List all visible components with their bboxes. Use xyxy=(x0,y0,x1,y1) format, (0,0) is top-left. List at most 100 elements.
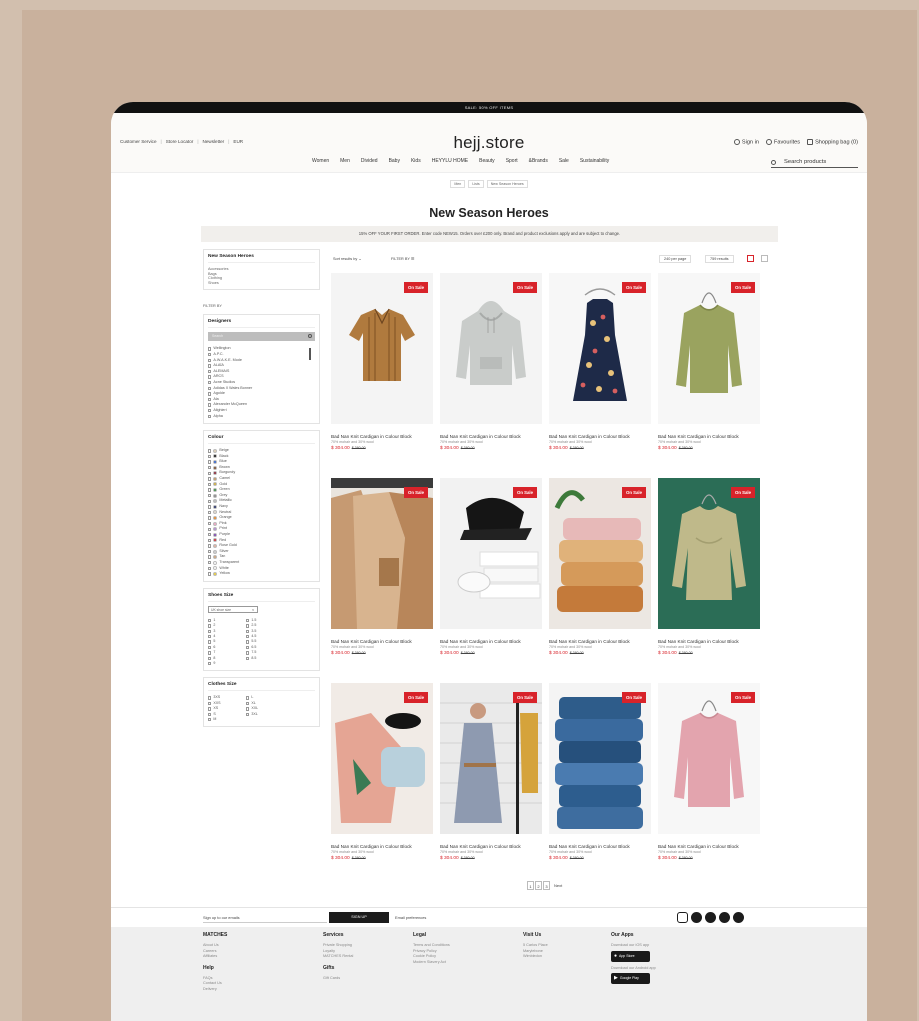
product-image[interactable]: On Sale xyxy=(331,683,433,834)
filter-button[interactable]: FILTER BY ☰ xyxy=(391,256,414,261)
product-image[interactable]: On Sale xyxy=(331,273,433,424)
checkbox[interactable] xyxy=(208,555,212,559)
youtube-icon[interactable] xyxy=(733,912,744,923)
checkbox[interactable] xyxy=(208,701,212,706)
clothes-size-option[interactable]: M xyxy=(208,717,242,722)
sort-dropdown[interactable]: Sort results by ⌄ xyxy=(333,256,362,261)
checkbox[interactable] xyxy=(208,561,212,565)
nav-item[interactable]: Kids xyxy=(411,158,421,164)
checkbox[interactable] xyxy=(208,566,212,571)
checkbox[interactable] xyxy=(208,369,212,374)
checkbox[interactable] xyxy=(208,624,212,628)
checkbox[interactable] xyxy=(246,629,250,633)
checkbox[interactable] xyxy=(246,696,250,700)
list-view-icon[interactable] xyxy=(761,255,768,262)
shoe-size-select[interactable]: UK shoe size xyxy=(208,605,258,614)
checkbox[interactable] xyxy=(208,477,212,481)
product-card[interactable]: On Sale Bad Nan Knit Cardigan in Colour B… xyxy=(658,478,760,656)
checkbox[interactable] xyxy=(208,482,212,487)
product-card[interactable]: On Sale Bad Nan Knit Cardigan in Colour B… xyxy=(658,683,760,861)
sign-in-link[interactable]: Sign in xyxy=(733,139,759,145)
shoe-size-option[interactable]: 8.5 xyxy=(246,656,280,661)
checkbox[interactable] xyxy=(246,618,250,623)
breadcrumb-item[interactable]: Lists xyxy=(468,180,484,188)
checkbox[interactable] xyxy=(208,516,212,520)
checkbox[interactable] xyxy=(208,499,212,503)
checkbox[interactable] xyxy=(208,392,212,396)
breadcrumb-item[interactable]: Men xyxy=(450,180,466,188)
checkbox[interactable] xyxy=(208,409,212,413)
product-image[interactable]: On Sale xyxy=(658,683,760,834)
checkbox[interactable] xyxy=(208,381,212,385)
checkbox[interactable] xyxy=(208,471,212,475)
checkbox[interactable] xyxy=(208,629,212,633)
checkbox[interactable] xyxy=(208,403,212,407)
product-card[interactable]: On Sale Bad Nan Knit Cardigan in Colour B… xyxy=(549,683,651,861)
checkbox[interactable] xyxy=(208,712,212,717)
checkbox[interactable] xyxy=(208,358,212,363)
product-card[interactable]: On Sale Bad Nan Knit Cardigan in Colour B… xyxy=(549,273,651,451)
checkbox[interactable] xyxy=(208,375,212,379)
checkbox[interactable] xyxy=(208,544,212,548)
product-card[interactable]: On Sale Bad Nan Knit Cardigan in Colour B… xyxy=(658,273,760,451)
designer-scrollbar[interactable] xyxy=(309,348,311,361)
product-card[interactable]: On Sale Bad Nan Knit Cardigan in Colour B… xyxy=(331,478,433,656)
checkbox[interactable] xyxy=(246,634,250,639)
checkbox[interactable] xyxy=(208,549,212,554)
checkbox[interactable] xyxy=(208,364,212,368)
checkbox[interactable] xyxy=(208,618,212,623)
clothes-size-option[interactable]: 3XL xyxy=(246,712,280,717)
product-card[interactable]: On Sale Bad Nan Knit Cardigan in Colour B… xyxy=(331,683,433,861)
nav-item[interactable]: Sale xyxy=(559,158,569,164)
product-image[interactable]: On Sale xyxy=(440,273,542,424)
facebook-icon[interactable] xyxy=(691,912,702,923)
checkbox[interactable] xyxy=(208,533,212,537)
product-photo[interactable] xyxy=(440,273,542,424)
checkbox[interactable] xyxy=(208,465,212,470)
checkbox[interactable] xyxy=(246,701,250,706)
checkbox[interactable] xyxy=(208,353,212,357)
checkbox[interactable] xyxy=(208,347,212,351)
checkbox[interactable] xyxy=(208,510,212,515)
per-page-select[interactable]: 240 per page xyxy=(659,255,692,263)
colour-option[interactable]: Yellow xyxy=(208,571,315,577)
checkbox[interactable] xyxy=(208,454,212,459)
checkbox[interactable] xyxy=(208,656,212,660)
newsletter-email-input[interactable]: Sign up to our emails xyxy=(203,915,240,920)
search-box[interactable]: Search products xyxy=(771,157,858,168)
page-button[interactable]: 3 xyxy=(543,881,550,890)
app-store-button[interactable]: ● App Store xyxy=(611,950,650,962)
checkbox[interactable] xyxy=(246,712,250,717)
product-photo[interactable] xyxy=(331,683,433,834)
product-card[interactable]: On Sale Bad Nan Knit Cardigan in Colour B… xyxy=(440,683,542,861)
product-photo[interactable] xyxy=(658,273,760,424)
product-card[interactable]: On Sale Bad Nan Knit Cardigan in Colour B… xyxy=(440,478,542,656)
nav-item[interactable]: HEYYLU HOME xyxy=(432,158,468,164)
checkbox[interactable] xyxy=(208,572,212,576)
nav-item[interactable]: Men xyxy=(340,158,350,164)
product-image[interactable]: On Sale xyxy=(549,478,651,629)
product-image[interactable]: On Sale xyxy=(549,273,651,424)
checkbox[interactable] xyxy=(208,397,212,402)
checkbox[interactable] xyxy=(208,634,212,639)
threads-icon[interactable] xyxy=(705,912,716,923)
favourites-link[interactable]: Favourites xyxy=(765,139,800,145)
checkbox[interactable] xyxy=(208,386,212,391)
page-button[interactable]: 2 xyxy=(535,881,542,890)
product-image[interactable]: On Sale xyxy=(549,683,651,834)
checkbox[interactable] xyxy=(208,662,212,666)
checkbox[interactable] xyxy=(246,640,250,644)
product-image[interactable]: On Sale xyxy=(440,478,542,629)
grid-view-icon[interactable] xyxy=(747,255,754,262)
nav-item[interactable]: Baby xyxy=(389,158,400,164)
checkbox[interactable] xyxy=(208,651,212,655)
nav-item[interactable]: &Brands xyxy=(529,158,548,164)
checkbox[interactable] xyxy=(246,707,250,711)
checkbox[interactable] xyxy=(208,488,212,492)
pinterest-icon[interactable] xyxy=(719,912,730,923)
checkbox[interactable] xyxy=(208,707,212,711)
product-photo[interactable] xyxy=(549,478,651,629)
product-photo[interactable] xyxy=(658,478,760,629)
footer-link[interactable]: MATCHES Rental xyxy=(323,954,353,959)
footer-link[interactable]: Affiliates xyxy=(203,954,227,959)
